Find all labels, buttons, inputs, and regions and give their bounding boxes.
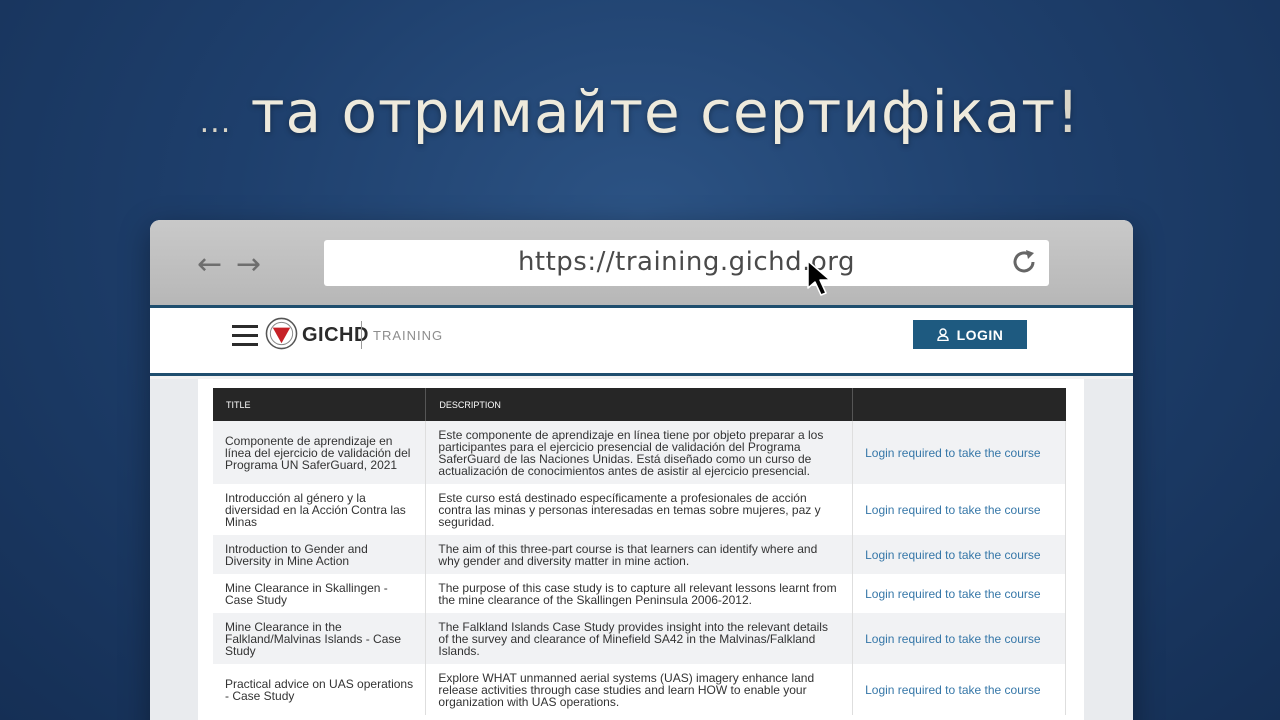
course-description: The aim of this three-part course is tha… bbox=[425, 535, 854, 574]
login-required-link[interactable]: Login required to take the course bbox=[852, 664, 1066, 715]
address-bar[interactable]: https://training.gichd.org bbox=[324, 240, 1049, 286]
table-row: Introduction to Gender and Diversity in … bbox=[213, 535, 1066, 574]
course-description: Este curso está destinado específicament… bbox=[425, 484, 854, 535]
headline-text: та отримайте сертифікат bbox=[250, 78, 1057, 146]
reload-icon[interactable] bbox=[1009, 247, 1039, 277]
table-header-row: TITLE DESCRIPTION bbox=[213, 388, 1066, 421]
course-description: The Falkland Islands Case Study provides… bbox=[425, 613, 854, 664]
headline-dots: ... bbox=[199, 105, 232, 140]
table-row: Mine Clearance in Skallingen - Case Stud… bbox=[213, 574, 1066, 613]
site-header: GICHD TRAINING LOGIN bbox=[150, 308, 1133, 376]
table-row: Componente de aprendizaje en línea del e… bbox=[213, 421, 1066, 484]
course-panel: TITLE DESCRIPTION Componente de aprendiz… bbox=[198, 379, 1084, 720]
course-title: Mine Clearance in the Falkland/Malvinas … bbox=[213, 613, 427, 664]
arrow-right-icon[interactable]: → bbox=[236, 250, 261, 280]
url-text: https://training.gichd.org bbox=[517, 247, 856, 277]
course-description: Este componente de aprendizaje en línea … bbox=[425, 421, 854, 484]
table-row: Practical advice on UAS operations - Cas… bbox=[213, 664, 1066, 715]
course-title: Introduction to Gender and Diversity in … bbox=[213, 535, 427, 574]
user-icon bbox=[936, 328, 949, 341]
course-title: Mine Clearance in Skallingen - Case Stud… bbox=[213, 574, 427, 613]
login-required-link[interactable]: Login required to take the course bbox=[852, 421, 1066, 484]
course-title: Practical advice on UAS operations - Cas… bbox=[213, 664, 427, 715]
login-button[interactable]: LOGIN bbox=[913, 320, 1027, 349]
course-table: TITLE DESCRIPTION Componente de aprendiz… bbox=[213, 388, 1066, 715]
browser-window: ← → https://training.gichd.org GICHD TRA… bbox=[150, 220, 1133, 720]
login-required-link[interactable]: Login required to take the course bbox=[852, 484, 1066, 535]
gichd-emblem-icon bbox=[265, 317, 298, 350]
login-label: LOGIN bbox=[956, 326, 1004, 343]
table-row: Introducción al género y la diversidad e… bbox=[213, 484, 1066, 535]
course-title: Componente de aprendizaje en línea del e… bbox=[213, 421, 427, 484]
table-row: Mine Clearance in the Falkland/Malvinas … bbox=[213, 613, 1066, 664]
logo-divider bbox=[361, 321, 362, 349]
course-description: The purpose of this case study is to cap… bbox=[425, 574, 854, 613]
course-description: Explore WHAT unmanned aerial systems (UA… bbox=[425, 664, 854, 715]
login-required-link[interactable]: Login required to take the course bbox=[852, 535, 1066, 574]
column-header-title: TITLE bbox=[213, 388, 427, 421]
browser-toolbar: ← → https://training.gichd.org bbox=[150, 220, 1133, 308]
login-required-link[interactable]: Login required to take the course bbox=[852, 613, 1066, 664]
login-required-link[interactable]: Login required to take the course bbox=[852, 574, 1066, 613]
headline-bang: ! bbox=[1056, 78, 1081, 146]
menu-icon[interactable] bbox=[232, 325, 258, 347]
course-title: Introducción al género y la diversidad e… bbox=[213, 484, 427, 535]
headline: ... та отримайте сертифікат! bbox=[0, 78, 1280, 146]
content-area: TITLE DESCRIPTION Componente de aprendiz… bbox=[150, 379, 1133, 720]
column-header-action bbox=[852, 388, 1066, 421]
mouse-cursor-icon bbox=[807, 260, 831, 296]
site-logo[interactable]: GICHD bbox=[302, 324, 369, 347]
site-section-label: TRAINING bbox=[373, 328, 444, 343]
arrow-left-icon[interactable]: ← bbox=[197, 250, 222, 280]
column-header-description: DESCRIPTION bbox=[425, 388, 854, 421]
